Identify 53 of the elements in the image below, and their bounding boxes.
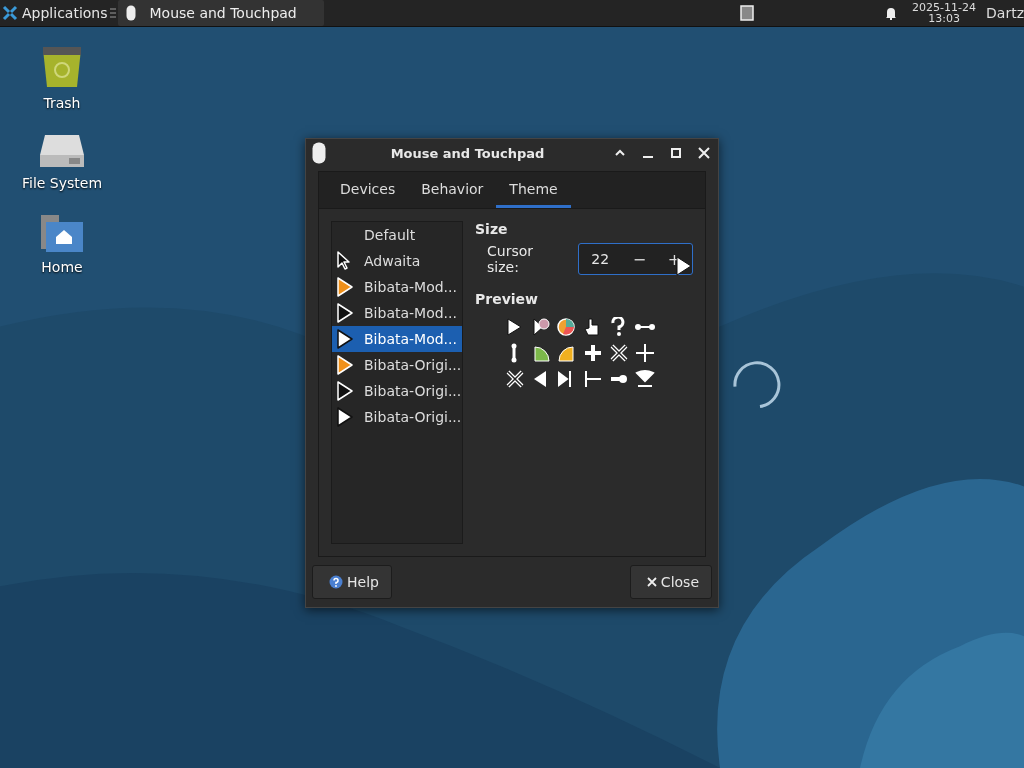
- tab[interactable]: Devices: [327, 172, 409, 208]
- close-icon[interactable]: [698, 147, 710, 159]
- app-menu-icon: [2, 5, 18, 21]
- user-name[interactable]: Dartz: [986, 5, 1024, 21]
- theme-name: Bibata-Origi...: [364, 383, 462, 399]
- theme-name: Adwaita: [364, 253, 421, 269]
- section-heading: Preview: [475, 291, 539, 307]
- bell-icon[interactable]: [884, 6, 899, 20]
- mouse-icon: [312, 142, 326, 164]
- cursor-icon: [336, 355, 354, 375]
- desktop-icon-label[interactable]: Home: [41, 259, 83, 275]
- theme-item[interactable]: Bibata-Mod...: [332, 300, 462, 326]
- theme-item[interactable]: Bibata-Mod...: [332, 326, 462, 352]
- tab[interactable]: Behavior: [408, 172, 497, 208]
- theme-name: Bibata-Origi...: [364, 409, 462, 425]
- clock-date: 2025-11-24: [912, 2, 977, 13]
- close-button[interactable]: Close: [629, 565, 712, 599]
- workspace-icon[interactable]: [740, 5, 755, 21]
- maximize-icon[interactable]: [670, 147, 682, 159]
- theme-name: Bibata-Origi...: [364, 357, 462, 373]
- clock-time: 13:03: [928, 13, 960, 24]
- spinner-value: 22: [590, 251, 611, 267]
- cursor-icon: [336, 381, 354, 401]
- cursor-size-label: Cursor size:: [487, 243, 535, 275]
- theme-item[interactable]: Bibata-Mod...: [332, 274, 462, 300]
- help-button[interactable]: Help: [312, 565, 392, 599]
- cursor-icon: [336, 329, 354, 349]
- theme-name: Bibata-Mod...: [364, 279, 457, 295]
- theme-item[interactable]: Bibata-Origi...: [332, 352, 462, 378]
- applications-menu[interactable]: Applications: [0, 0, 110, 26]
- close-icon: [646, 577, 657, 587]
- cursor-icon: [336, 407, 354, 427]
- desktop-icon-label[interactable]: File System: [21, 175, 103, 191]
- theme-name: Bibata-Mod...: [364, 305, 457, 321]
- task-button[interactable]: Mouse and Touchpad: [117, 0, 324, 26]
- cursor-icon: [336, 277, 354, 297]
- theme-item[interactable]: Bibata-Origi...: [332, 404, 462, 430]
- desktop-icon-label[interactable]: Trash: [43, 95, 81, 111]
- drive-icon: [39, 133, 85, 169]
- theme-name: Default: [364, 227, 416, 243]
- theme-item[interactable]: Bibata-Origi...: [332, 378, 462, 404]
- help-icon: [329, 575, 343, 589]
- window-title: Mouse and Touchpad: [389, 145, 546, 161]
- mouse-icon: [125, 5, 136, 21]
- handle-icon: [109, 8, 116, 18]
- theme-name: Bibata-Mod...: [364, 331, 457, 347]
- theme-item[interactable]: Adwaita: [332, 248, 462, 274]
- home-folder-icon: [40, 213, 84, 253]
- decrement-button[interactable]: −: [622, 249, 657, 269]
- section-heading: Size: [475, 221, 509, 237]
- theme-item[interactable]: Default: [332, 222, 462, 248]
- cursor-icon: [336, 303, 354, 323]
- mouse-pointer-icon: [676, 256, 693, 276]
